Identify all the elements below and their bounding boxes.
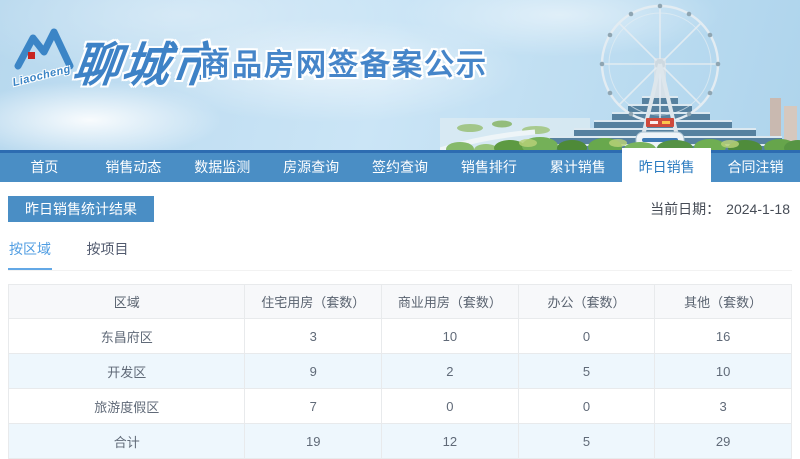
tab-by-region[interactable]: 按区域 <box>8 239 52 270</box>
nav-item-6[interactable]: 累计销售 <box>533 153 622 182</box>
current-date-value: 2024-1-18 <box>726 201 790 217</box>
page-content: 昨日销售统计结果 当前日期： 2024-1-18 按区域 按项目 区域 住宅用房（套… <box>0 196 800 459</box>
column-header: 办公（套数） <box>517 284 656 319</box>
section-title-badge: 昨日销售统计结果 <box>8 196 154 222</box>
nav-item-5[interactable]: 销售排行 <box>444 153 533 182</box>
nav-item-3[interactable]: 房源查询 <box>267 153 356 182</box>
value-cell: 0 <box>381 388 519 424</box>
value-cell: 0 <box>517 318 656 354</box>
view-tabs: 按区域 按项目 <box>8 239 792 271</box>
current-date: 当前日期： 2024-1-18 <box>650 199 792 219</box>
value-cell: 3 <box>244 318 383 354</box>
region-cell: 旅游度假区 <box>7 388 246 424</box>
site-title: 商品房网签备案公示 <box>200 49 488 82</box>
table-body: 东昌府区 3 10 0 16 开发区 9 2 5 10 旅游度假区 7 0 0 3 合计 19 12 5 29 <box>7 318 792 459</box>
main-nav: 首页 销售动态 数据监测 房源查询 签约查询 销售排行 累计销售 昨日销售 合同注销 <box>0 148 800 182</box>
region-cell: 合计 <box>7 423 246 459</box>
value-cell: 7 <box>244 388 383 424</box>
region-cell: 东昌府区 <box>7 318 246 354</box>
nav-item-1[interactable]: 销售动态 <box>89 153 178 182</box>
nav-item-4[interactable]: 签约查询 <box>356 153 445 182</box>
value-cell: 10 <box>381 318 519 354</box>
cityscape-ferris-wheel-illustration <box>440 3 800 150</box>
value-cell: 19 <box>244 423 383 459</box>
column-header: 商业用房（套数） <box>381 284 519 319</box>
nav-item-7[interactable]: 昨日销售 <box>622 148 712 182</box>
table-row: 东昌府区 3 10 0 16 <box>7 318 792 354</box>
value-cell: 29 <box>654 423 792 459</box>
nav-item-2[interactable]: 数据监测 <box>178 153 267 182</box>
region-cell: 开发区 <box>7 353 246 389</box>
table-header-row: 区域 住宅用房（套数） 商业用房（套数） 办公（套数） 其他（套数） <box>7 284 792 319</box>
value-cell: 10 <box>654 353 792 389</box>
value-cell: 5 <box>517 423 656 459</box>
table-row: 开发区 9 2 5 10 <box>7 353 792 389</box>
value-cell: 2 <box>381 353 519 389</box>
column-header: 住宅用房（套数） <box>244 284 383 319</box>
value-cell: 5 <box>517 353 656 389</box>
value-cell: 0 <box>517 388 656 424</box>
nav-item-8[interactable]: 合同注销 <box>711 153 800 182</box>
value-cell: 3 <box>654 388 792 424</box>
value-cell: 12 <box>381 423 519 459</box>
tab-by-project[interactable]: 按项目 <box>85 239 129 268</box>
value-cell: 16 <box>654 318 792 354</box>
title-row: 昨日销售统计结果 当前日期： 2024-1-18 <box>8 196 792 222</box>
table-row: 旅游度假区 7 0 0 3 <box>7 388 792 424</box>
table-row: 合计 19 12 5 29 <box>7 423 792 459</box>
site-header: Liaocheng 聊城市 商品房网签备案公示 <box>0 0 800 150</box>
sales-stats-table: 区域 住宅用房（套数） 商业用房（套数） 办公（套数） 其他（套数） 东昌府区 3 10 0 1… <box>7 284 792 459</box>
column-header: 其他（套数） <box>654 284 792 319</box>
value-cell: 9 <box>244 353 383 389</box>
nav-item-0[interactable]: 首页 <box>0 153 89 182</box>
current-date-label: 当前日期： <box>650 201 721 217</box>
column-header: 区域 <box>7 284 246 319</box>
